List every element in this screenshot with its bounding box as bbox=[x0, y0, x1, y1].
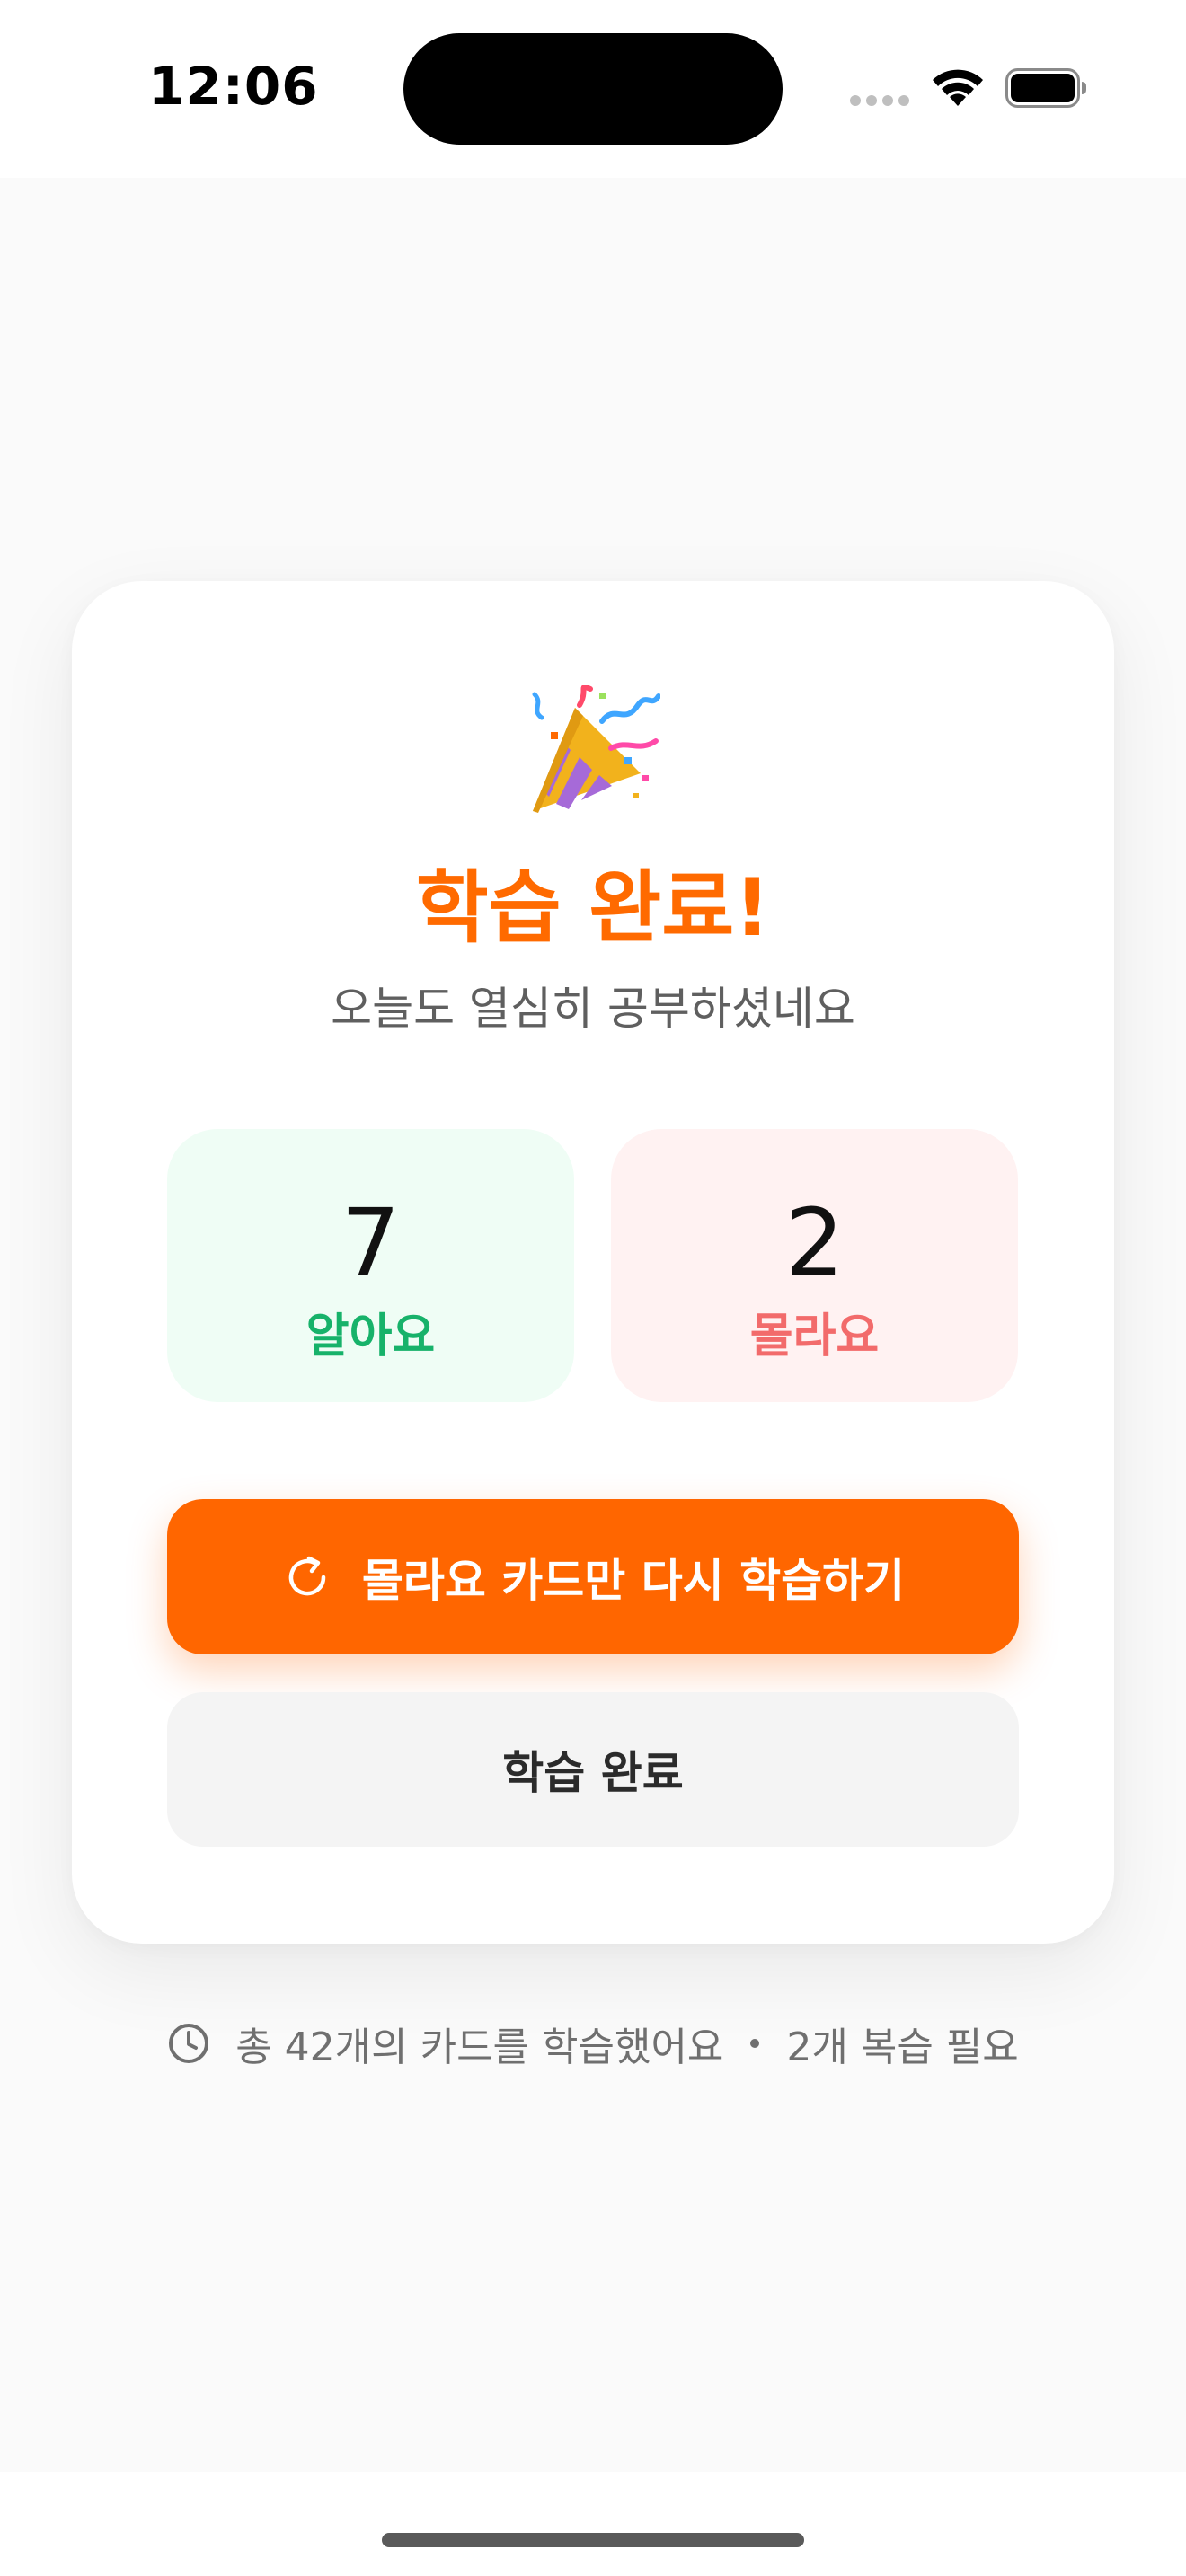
finish-study-button[interactable]: 학습 완료 bbox=[167, 1692, 1019, 1847]
battery-icon bbox=[1005, 68, 1086, 108]
bottom-safe-area bbox=[0, 2472, 1186, 2576]
clock-icon bbox=[169, 2024, 209, 2063]
dynamic-island bbox=[403, 33, 783, 145]
completion-title: 학습 완료! bbox=[415, 861, 771, 954]
status-bar: 12:06 bbox=[0, 0, 1186, 178]
completion-subtitle: 오늘도 열심히 공부하셨네요 bbox=[331, 983, 855, 1035]
home-indicator[interactable] bbox=[382, 2533, 804, 2547]
unknown-count: 2 bbox=[784, 1188, 845, 1298]
known-count: 7 bbox=[341, 1188, 401, 1298]
review-needed-text: 2개 복습 필요 bbox=[786, 2025, 1019, 2070]
wifi-icon bbox=[933, 69, 983, 106]
separator-dot bbox=[750, 2039, 760, 2048]
status-time: 12:06 bbox=[148, 56, 319, 117]
retry-unknown-label: 몰라요 카드만 다시 학습하기 bbox=[361, 1554, 906, 1607]
studied-count-text: 총 42개의 카드를 학습했어요 bbox=[235, 2025, 724, 2070]
retry-unknown-button[interactable]: 몰라요 카드만 다시 학습하기 bbox=[167, 1499, 1019, 1654]
finish-study-label: 학습 완료 bbox=[502, 1747, 684, 1799]
cellular-signal-icon bbox=[850, 95, 909, 106]
unknown-count-box: 2 몰라요 bbox=[611, 1129, 1018, 1402]
known-label: 알아요 bbox=[305, 1310, 436, 1363]
study-summary: 총 42개의 카드를 학습했어요 2개 복습 필요 bbox=[0, 2012, 1186, 2075]
refresh-icon bbox=[288, 1556, 326, 1595]
unknown-label: 몰라요 bbox=[749, 1310, 880, 1363]
party-popper-icon bbox=[532, 685, 660, 813]
known-count-box: 7 알아요 bbox=[167, 1129, 574, 1402]
